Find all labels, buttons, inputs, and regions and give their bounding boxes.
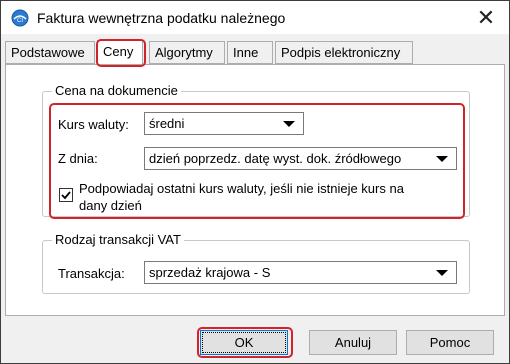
from-day-select[interactable]: dzień poprzedz. datę wyst. dok. źródłowe…	[144, 147, 457, 170]
transaction-value: sprzedaż krajowa - S	[149, 265, 271, 280]
suggest-rate-line1: Podpowiadaj ostatni kurs waluty, jeśli n…	[79, 181, 404, 196]
window-title: Faktura wewnętrzna podatku należnego	[37, 10, 286, 26]
close-icon[interactable]: ✕	[463, 1, 509, 34]
suggest-rate-label: Podpowiadaj ostatni kurs waluty, jeśli n…	[79, 180, 404, 214]
tab-podstawowe[interactable]: Podstawowe	[5, 41, 95, 64]
tab-label: Ceny	[103, 44, 134, 59]
tab-panel-ceny: Cena na dokumencie Kurs waluty: średni Z…	[5, 64, 505, 316]
tab-label: Podstawowe	[11, 45, 85, 60]
cancel-button[interactable]: Anuluj	[309, 330, 397, 355]
chevron-down-icon	[283, 121, 295, 127]
help-button[interactable]: Pomoc	[406, 330, 494, 355]
tab-ceny[interactable]: Ceny	[97, 40, 143, 65]
chevron-down-icon	[436, 270, 448, 276]
cancel-label: Anuluj	[334, 335, 372, 350]
currency-rate-select[interactable]: średni	[144, 112, 304, 135]
title-bar: CI Faktura wewnętrzna podatku należnego …	[1, 1, 509, 34]
dialog-window: CI Faktura wewnętrzna podatku należnego …	[0, 0, 510, 364]
suggest-rate-line2: dany dzień	[79, 198, 142, 213]
transaction-label: Transakcja:	[58, 266, 125, 281]
tab-label: Inne	[233, 45, 259, 60]
suggest-rate-checkbox[interactable]	[59, 188, 73, 202]
currency-rate-label: Kurs waluty:	[58, 117, 129, 132]
tab-label: Algorytmy	[155, 45, 213, 60]
group-title: Rodzaj transakcji VAT	[52, 232, 184, 247]
app-icon: CI	[11, 9, 29, 27]
ok-button[interactable]: OK	[200, 330, 288, 355]
currency-rate-value: średni	[149, 116, 185, 131]
help-label: Pomoc	[429, 335, 471, 350]
from-day-value: dzień poprzedz. datę wyst. dok. źródłowe…	[149, 151, 402, 166]
transaction-select[interactable]: sprzedaż krajowa - S	[144, 261, 457, 284]
chevron-down-icon	[436, 156, 448, 162]
group-title: Cena na dokumencie	[52, 83, 181, 98]
tab-podpis-elektroniczny[interactable]: Podpis elektroniczny	[275, 41, 413, 64]
from-day-label: Z dnia:	[58, 151, 98, 166]
tab-algorytmy[interactable]: Algorytmy	[149, 41, 225, 64]
svg-text:CI: CI	[17, 18, 23, 24]
checkmark-icon	[61, 191, 71, 200]
tab-label: Podpis elektroniczny	[281, 45, 401, 60]
tab-inne[interactable]: Inne	[227, 41, 273, 64]
